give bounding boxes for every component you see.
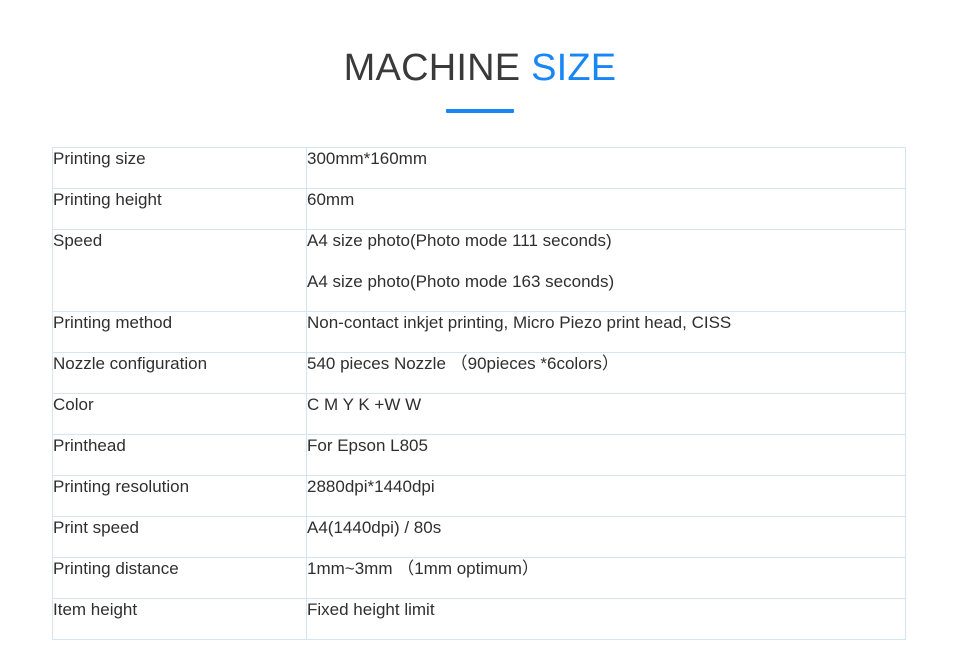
page-header: MACHINE SIZE — [0, 0, 960, 113]
spec-value-line: 540 pieces Nozzle （90pieces *6colors） — [307, 354, 619, 373]
page-title-main: MACHINE — [343, 47, 532, 89]
spec-label-cell: Printhead — [52, 434, 307, 476]
table-row: Printing distance 1mm~3mm （1mm optimum） — [52, 557, 906, 599]
spec-value-line: For Epson L805 — [307, 436, 428, 455]
table-row: Nozzle configuration 540 pieces Nozzle （… — [52, 352, 906, 394]
spec-value-cell: A4 size photo(Photo mode 111 seconds) A4… — [306, 229, 906, 312]
page-title-accent: SIZE — [531, 47, 617, 89]
title-underline-divider — [446, 109, 514, 113]
spec-label-cell: Print speed — [52, 516, 307, 558]
spec-label-cell: Printing distance — [52, 557, 307, 599]
table-row: Printing resolution 2880dpi*1440dpi — [52, 475, 906, 517]
spec-label-cell: Printing size — [52, 147, 307, 189]
spec-label-cell: Color — [52, 393, 307, 435]
spec-value-cell: Fixed height limit — [306, 598, 906, 640]
machine-size-page: MACHINE SIZE Printing size 300mm*160mm P… — [0, 0, 960, 668]
spec-value-line: Fixed height limit — [307, 600, 435, 619]
spec-label-cell: Printing height — [52, 188, 307, 230]
spec-value-line: A4 size photo(Photo mode 111 seconds) — [307, 231, 612, 250]
spec-value-cell: Non-contact inkjet printing, Micro Piezo… — [306, 311, 906, 353]
spec-label-cell: Speed — [52, 229, 307, 312]
spec-label-cell: Printing method — [52, 311, 307, 353]
spec-value-cell: 2880dpi*1440dpi — [306, 475, 906, 517]
spec-value-cell: A4(1440dpi) / 80s — [306, 516, 906, 558]
spec-value-line: 60mm — [307, 190, 355, 209]
spec-value-cell: C M Y K +W W — [306, 393, 906, 435]
table-row: Color C M Y K +W W — [52, 393, 906, 435]
spec-value-line: C M Y K +W W — [307, 395, 422, 414]
spec-table-body: Printing size 300mm*160mm Printing heigh… — [52, 147, 906, 640]
table-row: Printing method Non-contact inkjet print… — [52, 311, 906, 353]
spec-value-cell: 60mm — [306, 188, 906, 230]
page-title: MACHINE SIZE — [0, 46, 960, 90]
spec-value-line: Non-contact inkjet printing, Micro Piezo… — [307, 313, 732, 332]
spec-label-cell: Printing resolution — [52, 475, 307, 517]
spec-value-line: 1mm~3mm （1mm optimum） — [307, 559, 539, 578]
table-row: Printhead For Epson L805 — [52, 434, 906, 476]
spec-value-line: A4 size photo(Photo mode 163 seconds) — [307, 272, 615, 291]
spec-value-line: 300mm*160mm — [307, 149, 427, 168]
table-row: Item height Fixed height limit — [52, 598, 906, 640]
table-row: Speed A4 size photo(Photo mode 111 secon… — [52, 229, 906, 312]
machine-size-spec-table: Printing size 300mm*160mm Printing heigh… — [52, 147, 906, 640]
spec-value-cell: For Epson L805 — [306, 434, 906, 476]
spec-value-cell: 540 pieces Nozzle （90pieces *6colors） — [306, 352, 906, 394]
spec-value-cell: 1mm~3mm （1mm optimum） — [306, 557, 906, 599]
spec-label-cell: Nozzle configuration — [52, 352, 307, 394]
table-row: Printing height 60mm — [52, 188, 906, 230]
table-row: Printing size 300mm*160mm — [52, 147, 906, 189]
table-row: Print speed A4(1440dpi) / 80s — [52, 516, 906, 558]
spec-value-line: 2880dpi*1440dpi — [307, 477, 435, 496]
spec-label-cell: Item height — [52, 598, 307, 640]
spec-value-cell: 300mm*160mm — [306, 147, 906, 189]
spec-value-line: A4(1440dpi) / 80s — [307, 518, 442, 537]
spec-table-container: Printing size 300mm*160mm Printing heigh… — [52, 147, 906, 640]
